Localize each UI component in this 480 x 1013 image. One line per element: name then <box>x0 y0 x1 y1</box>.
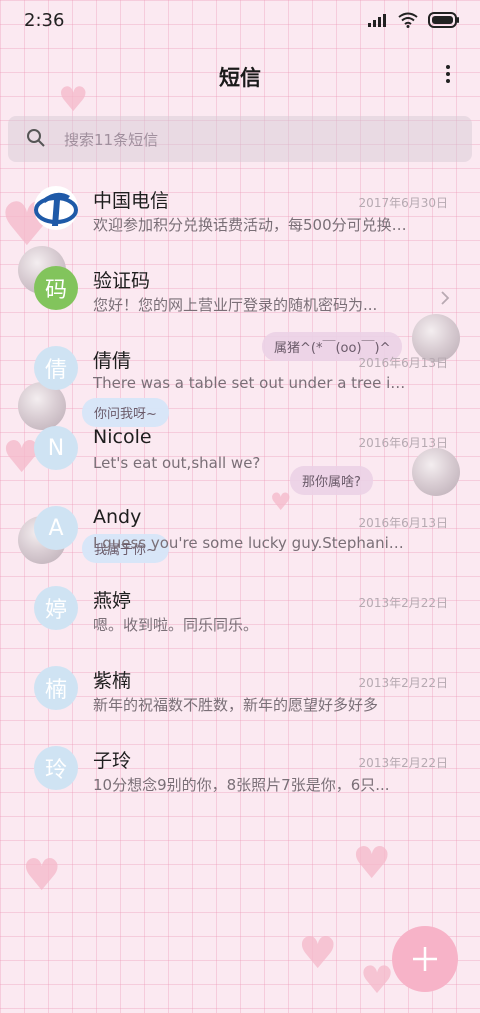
conversation-item[interactable]: A Andy 2016年6月13日 I guess you're some lu… <box>0 498 480 578</box>
message-snippet: 10分想念9别的你，8张照片7张是你，6只... <box>93 776 390 794</box>
heart-icon: ♥ <box>22 850 62 901</box>
search-icon <box>27 129 45 147</box>
heart-icon: ♥ <box>352 838 392 889</box>
conversation-item[interactable]: 楠 紫楠 2013年2月22日 新年的祝福数不胜数，新年的愿望好多好多 <box>0 658 480 738</box>
conversation-list: 中国电信 2017年6月30日 欢迎参加积分兑换话费活动，每500分可兑换话费.… <box>0 178 480 818</box>
contact-name: 燕婷 <box>93 590 132 612</box>
message-snippet: 新年的祝福数不胜数，新年的愿望好多好多 <box>93 696 379 714</box>
message-snippet: Let's eat out,shall we? <box>93 454 261 472</box>
chevron-right-icon <box>441 291 450 305</box>
more-dot <box>446 72 450 76</box>
plus-icon <box>413 947 437 971</box>
avatar: 倩 <box>34 346 78 390</box>
page-title: 短信 <box>219 66 261 90</box>
contact-name: 中国电信 <box>93 190 170 212</box>
china-telecom-logo <box>34 186 78 230</box>
message-date: 2016年6月13日 <box>358 516 448 530</box>
search-bar[interactable] <box>8 116 472 162</box>
avatar: 码 <box>34 266 78 310</box>
signal-icon <box>368 14 386 27</box>
contact-name: 倩倩 <box>93 350 132 372</box>
message-date: 2013年2月22日 <box>358 756 448 770</box>
avatar: N <box>34 426 78 470</box>
conversation-item[interactable]: 码 验证码 您好！您的网上营业厅登录的随机密码为... <box>0 258 480 338</box>
contact-name: 紫楠 <box>93 670 132 692</box>
message-date: 2016年6月13日 <box>358 436 448 450</box>
heart-icon: ♥ <box>298 928 338 979</box>
message-date: 2013年2月22日 <box>358 596 448 610</box>
message-date: 2016年6月13日 <box>358 356 448 370</box>
conversation-item[interactable]: 倩 倩倩 2016年6月13日 There was a table set ou… <box>0 338 480 418</box>
message-date: 2013年2月22日 <box>358 676 448 690</box>
contact-name: Nicole <box>93 426 152 448</box>
message-snippet: 嗯。收到啦。同乐同乐。 <box>93 616 259 634</box>
system-icons <box>368 12 460 28</box>
wifi-icon <box>398 12 418 28</box>
status-bar: 2:36 <box>0 0 480 44</box>
status-time: 2:36 <box>24 10 65 31</box>
conversation-item[interactable]: 婷 燕婷 2013年2月22日 嗯。收到啦。同乐同乐。 <box>0 578 480 658</box>
message-date: 2017年6月30日 <box>358 196 448 210</box>
message-snippet: I guess you're some lucky guy.Stephanie … <box>93 534 409 552</box>
avatar: 楠 <box>34 666 78 710</box>
contact-name: Andy <box>93 506 142 528</box>
avatar: 玲 <box>34 746 78 790</box>
message-snippet: There was a table set out under a tree i… <box>93 374 409 392</box>
conversation-item[interactable]: 玲 子玲 2013年2月22日 10分想念9别的你，8张照片7张是你，6只... <box>0 738 480 818</box>
more-options-button[interactable] <box>444 62 452 90</box>
avatar: A <box>34 506 78 550</box>
more-dot <box>446 79 450 83</box>
conversation-item[interactable]: N Nicole 2016年6月13日 Let's eat out,shall … <box>0 418 480 498</box>
heart-icon: ♥ <box>360 958 395 1002</box>
contact-name: 子玲 <box>93 750 132 772</box>
search-input[interactable] <box>62 125 446 155</box>
china-telecom-icon <box>34 192 78 226</box>
compose-button[interactable] <box>392 926 458 992</box>
battery-icon <box>428 12 459 28</box>
app-header: 短信 <box>0 52 480 100</box>
conversation-item[interactable]: 中国电信 2017年6月30日 欢迎参加积分兑换话费活动，每500分可兑换话费.… <box>0 178 480 258</box>
message-snippet: 欢迎参加积分兑换话费活动，每500分可兑换话费... <box>93 216 409 234</box>
contact-name: 验证码 <box>93 270 151 292</box>
more-dot <box>446 65 450 69</box>
avatar: 婷 <box>34 586 78 630</box>
message-snippet: 您好！您的网上营业厅登录的随机密码为... <box>93 296 378 314</box>
